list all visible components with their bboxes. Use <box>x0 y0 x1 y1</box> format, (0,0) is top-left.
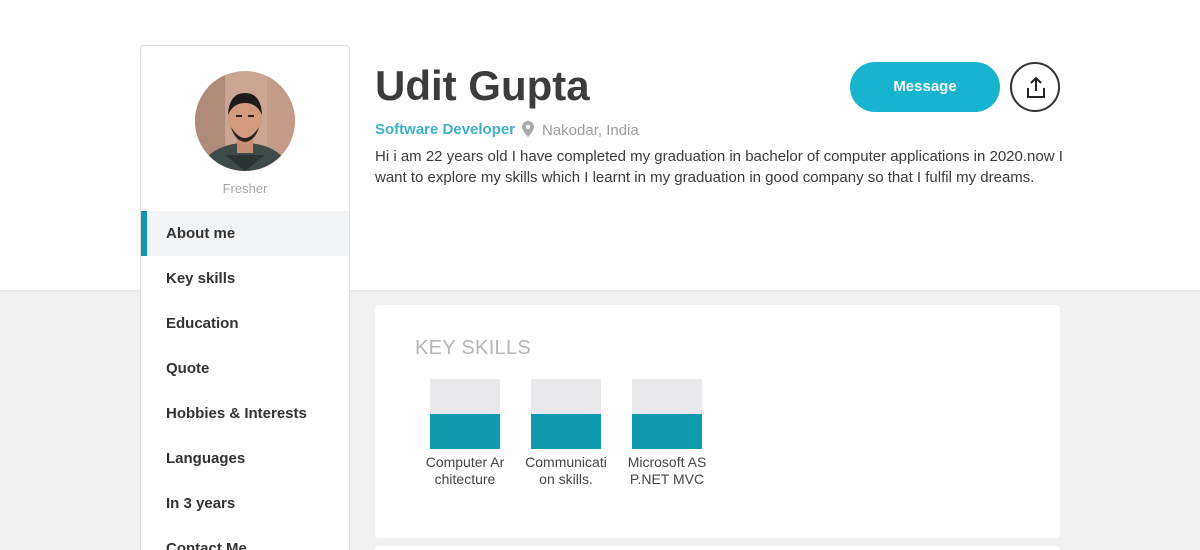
sidebar-item-about-me[interactable]: About me <box>141 211 349 256</box>
location-pin-icon <box>522 121 534 141</box>
share-upload-icon <box>1027 76 1045 98</box>
experience-status: Fresher <box>222 181 268 196</box>
profile-sidebar: Fresher About me Key skills Education Qu… <box>140 45 350 550</box>
skill-level-bar <box>531 379 601 449</box>
skill-item: Microsoft ASP.NET MVC <box>625 379 709 488</box>
avatar <box>195 71 295 171</box>
skill-label: Communication skills. <box>525 454 607 487</box>
profile-role: Software Developer <box>375 121 516 138</box>
profile-name: Udit Gupta <box>375 62 590 109</box>
skill-item: Computer Architecture <box>423 379 507 488</box>
sidebar-item-education[interactable]: Education <box>141 301 349 346</box>
sidebar-item-hobbies[interactable]: Hobbies & Interests <box>141 391 349 436</box>
message-button[interactable]: Message <box>850 62 1000 112</box>
key-skills-card: KEY SKILLS Computer Architecture Communi… <box>375 305 1060 538</box>
sidebar-item-quote[interactable]: Quote <box>141 346 349 391</box>
skill-label: Microsoft ASP.NET MVC <box>627 454 707 487</box>
skill-level-fill <box>632 414 702 449</box>
share-button[interactable] <box>1010 62 1060 112</box>
skill-level-fill <box>531 414 601 449</box>
key-skills-title: KEY SKILLS <box>415 337 532 359</box>
skill-level-bar <box>430 379 500 449</box>
sidebar-item-in-3-years[interactable]: In 3 years <box>141 481 349 526</box>
skill-label: Computer Architecture <box>425 454 505 487</box>
sidebar-nav: About me Key skills Education Quote Hobb… <box>141 211 349 550</box>
sidebar-item-key-skills[interactable]: Key skills <box>141 256 349 301</box>
sidebar-item-contact-me[interactable]: Contact Me <box>141 526 349 550</box>
profile-about: Hi i am 22 years old I have completed my… <box>375 148 1063 186</box>
next-section-card <box>375 546 1060 550</box>
skill-level-fill <box>430 414 500 449</box>
skill-level-bar <box>632 379 702 449</box>
skill-item: Communication skills. <box>524 379 608 488</box>
profile-location: Nakodar, India <box>522 121 639 141</box>
location-text: Nakodar, India <box>542 122 639 139</box>
sidebar-item-languages[interactable]: Languages <box>141 436 349 481</box>
